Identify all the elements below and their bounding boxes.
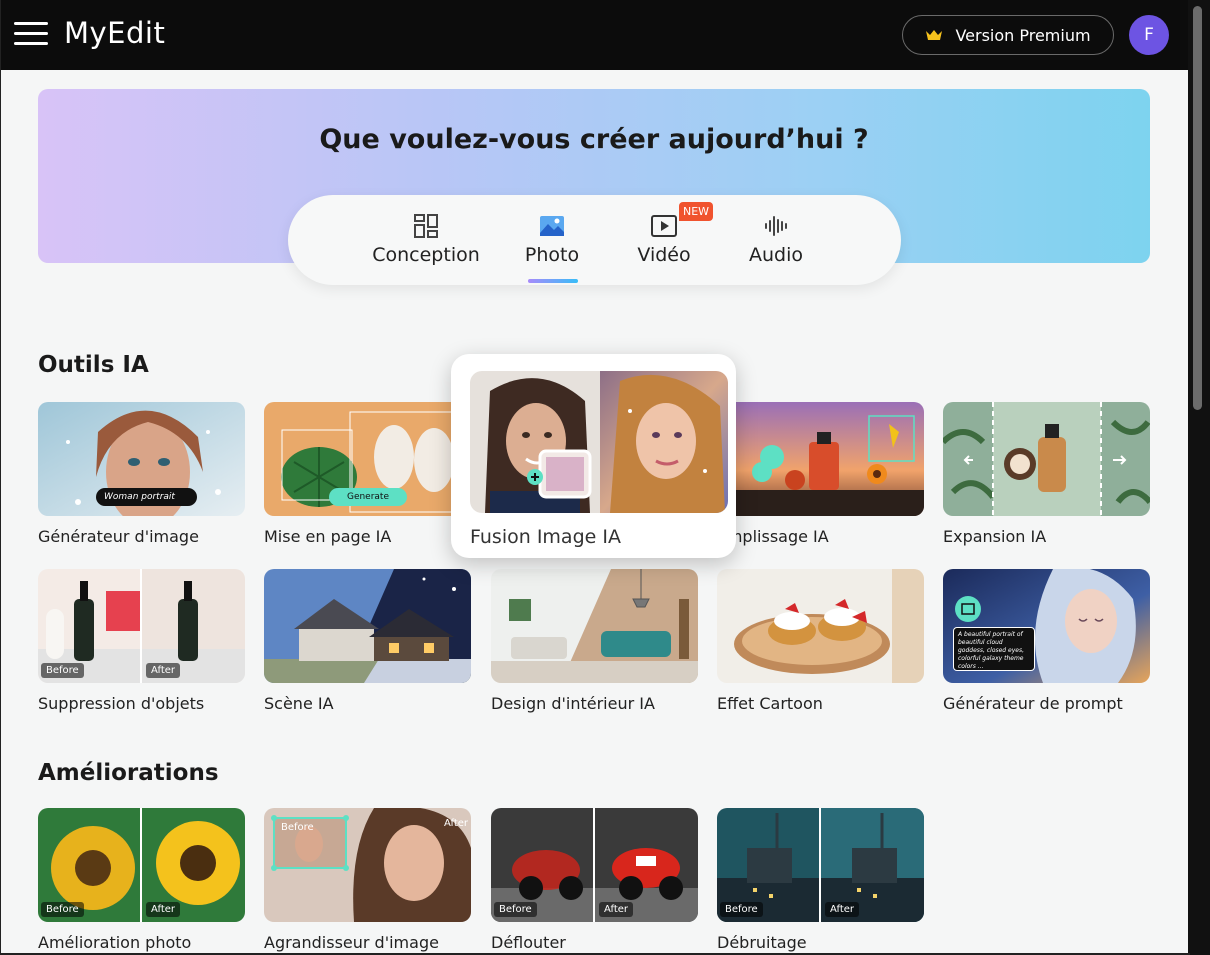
tool-card-image-upscaler[interactable]: Before After Agrandisseur d'image — [264, 808, 471, 952]
prompt-chip: Woman portrait — [96, 488, 197, 506]
tool-label: Design d'intérieur IA — [491, 694, 655, 713]
after-tag: After — [825, 902, 860, 917]
tool-thumbnail — [264, 569, 471, 683]
top-bar: MyEdit Version Premium F — [0, 0, 1188, 70]
app-logo[interactable]: MyEdit — [64, 16, 165, 50]
after-tag: After — [146, 663, 181, 678]
tab-photo[interactable]: Photo — [512, 195, 592, 285]
tool-card-unblur[interactable]: Before After Déflouter — [491, 808, 698, 952]
avatar[interactable]: F — [1129, 15, 1169, 55]
before-tag: Before — [41, 902, 84, 917]
after-tag: After — [146, 902, 181, 917]
tool-label: Effet Cartoon — [717, 694, 823, 713]
tool-thumbnail: Before After — [38, 808, 245, 922]
video-play-icon — [651, 215, 677, 237]
page-title: Que voulez-vous créer aujourd’hui ? — [319, 124, 869, 155]
tool-thumbnail — [470, 371, 728, 513]
tool-label: Amélioration photo — [38, 933, 192, 952]
after-tag: After — [599, 902, 634, 917]
category-tabs: Conception Photo Vidéo NEW Audio — [288, 195, 901, 285]
tool-thumbnail — [491, 569, 698, 683]
before-tag: Before — [281, 822, 314, 833]
tool-thumbnail: Before After — [491, 808, 698, 922]
layout-icon — [414, 214, 438, 238]
crown-icon — [926, 30, 943, 40]
tool-thumbnail: Before After — [38, 569, 245, 683]
tool-label: Débruitage — [717, 933, 807, 952]
active-tab-indicator — [528, 279, 578, 283]
section-title-enhancements: Améliorations — [38, 760, 219, 786]
after-tag: After — [444, 818, 469, 829]
premium-button-label: Version Premium — [955, 25, 1091, 45]
hamburger-menu-icon[interactable] — [14, 22, 48, 48]
prompt-text-box: A beautiful portrait of beautiful cloud … — [953, 627, 1035, 671]
image-icon — [540, 216, 564, 236]
tool-label: Déflouter — [491, 933, 566, 952]
tab-audio-label: Audio — [748, 244, 803, 266]
premium-button[interactable]: Version Premium — [902, 15, 1114, 55]
tool-label: Agrandisseur d'image — [264, 933, 439, 952]
tool-card-ai-scene[interactable]: Scène IA — [264, 569, 471, 713]
tool-card-prompt-generator[interactable]: A beautiful portrait of beautiful cloud … — [943, 569, 1150, 713]
section-title-ai-tools: Outils IA — [38, 352, 149, 378]
tool-label: Générateur d'image — [38, 527, 199, 546]
tool-card-interior-design[interactable]: Design d'intérieur IA — [491, 569, 698, 713]
tool-thumbnail — [717, 569, 924, 683]
tool-thumbnail: Woman portrait — [38, 402, 245, 516]
tool-label: Expansion IA — [943, 527, 1047, 546]
tool-card-denoise[interactable]: Before After Débruitage — [717, 808, 924, 952]
new-badge: NEW — [679, 202, 713, 221]
tool-label: Suppression d'objets — [38, 694, 205, 713]
tool-label: Fusion Image IA — [470, 526, 621, 548]
tool-thumbnail — [943, 402, 1150, 516]
tool-thumbnail: A beautiful portrait of beautiful cloud … — [943, 569, 1150, 683]
tool-card-object-removal[interactable]: Before After Suppression d'objets — [38, 569, 245, 713]
tool-card-ai-layout[interactable]: Generate Mise en page IA — [264, 402, 471, 546]
before-tag: Before — [41, 663, 84, 678]
tool-label: Générateur de prompt — [943, 694, 1123, 713]
tool-label: Scène IA — [264, 694, 334, 713]
tool-card-ai-expansion[interactable]: Expansion IA — [943, 402, 1150, 546]
tool-thumbnail: Before After — [717, 808, 924, 922]
tool-card-image-generator[interactable]: Woman portrait Générateur d'image — [38, 402, 245, 546]
tab-photo-label: Photo — [524, 244, 580, 266]
tool-label: Mise en page IA — [264, 527, 392, 546]
generate-chip: Generate — [329, 488, 407, 506]
before-tag: Before — [720, 902, 763, 917]
tool-thumbnail: Generate — [264, 402, 471, 516]
tab-audio[interactable]: Audio — [736, 195, 816, 285]
tab-video-label: Vidéo — [637, 244, 691, 266]
window-border — [0, 0, 1, 955]
tab-conception-label: Conception — [372, 244, 480, 266]
scrollbar-thumb[interactable] — [1193, 6, 1202, 410]
vertical-scrollbar[interactable] — [1188, 0, 1210, 955]
tool-card-photo-enhance[interactable]: Before After Amélioration photo — [38, 808, 245, 952]
before-tag: Before — [494, 902, 537, 917]
tool-thumbnail — [717, 402, 924, 516]
tool-card-ai-image-fusion[interactable]: Fusion Image IA — [451, 354, 736, 558]
audio-wave-icon — [765, 216, 787, 236]
tab-conception[interactable]: Conception — [366, 195, 486, 285]
tool-thumbnail: Before After — [264, 808, 471, 922]
tool-card-cartoon-effect[interactable]: Effet Cartoon — [717, 569, 924, 713]
tool-card-ai-fill[interactable]: emplissage IA — [717, 402, 924, 546]
